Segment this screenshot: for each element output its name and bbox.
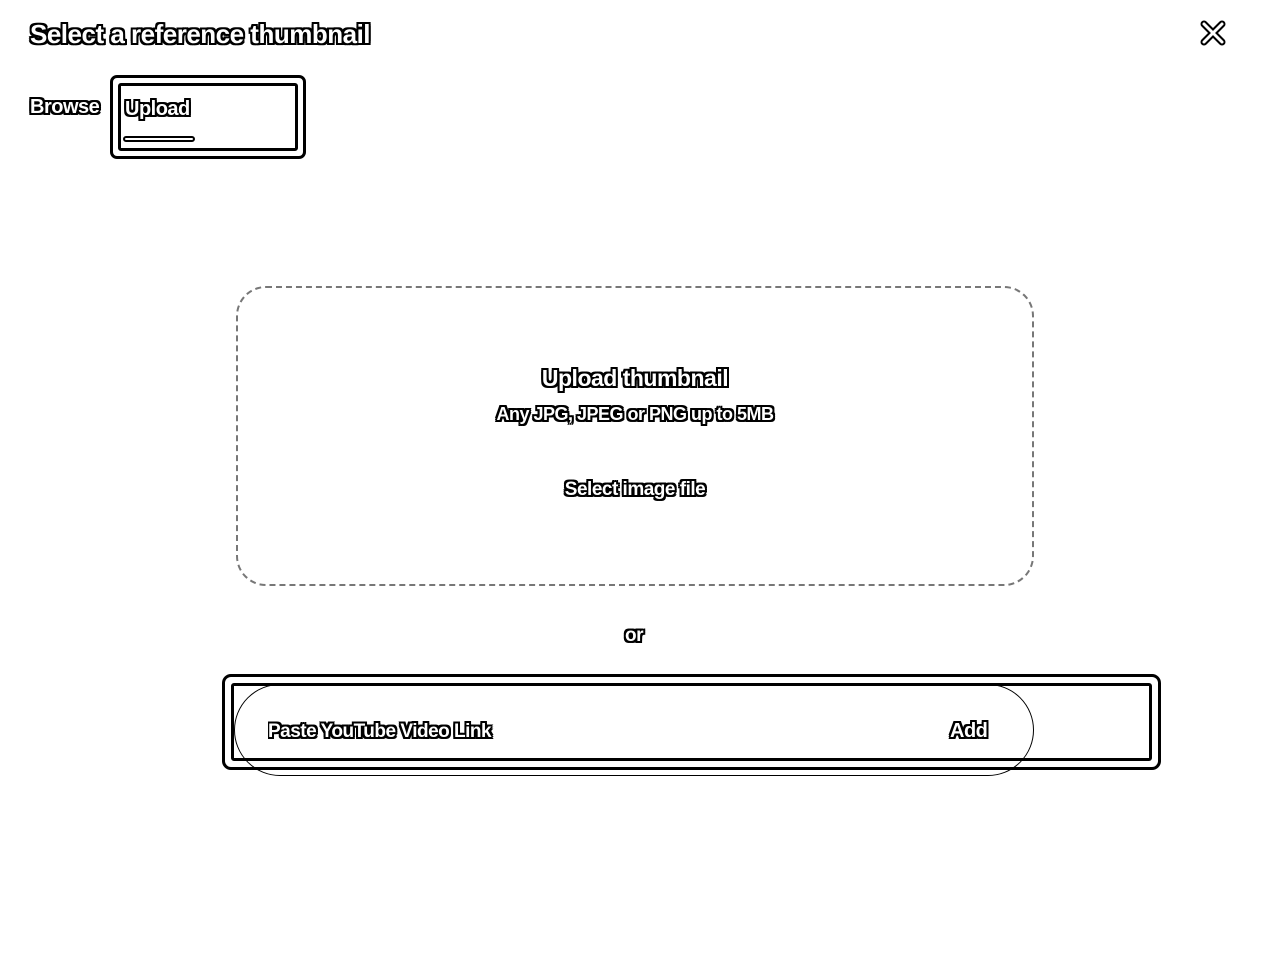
select-image-file-button[interactable]: Select image file (565, 479, 706, 500)
active-tab-indicator (123, 136, 195, 142)
add-link-button[interactable]: Add (950, 718, 988, 744)
or-separator: or (625, 625, 644, 646)
tab-upload-label: Upload (125, 98, 190, 120)
tab-browse[interactable]: Browse (30, 94, 100, 120)
close-button[interactable] (1198, 18, 1228, 48)
select-image-file-container: Select image file (238, 478, 1032, 502)
tab-upload[interactable]: Upload (110, 75, 306, 159)
upload-dropzone[interactable]: Upload thumbnail Any JPG, JPEG or PNG up… (236, 286, 1034, 586)
upload-file-hint: Any JPG, JPEG or PNG up to 5MB (496, 404, 774, 424)
upload-heading: Upload thumbnail (541, 365, 729, 391)
youtube-link-input[interactable] (268, 718, 868, 746)
close-icon (1198, 18, 1228, 48)
dialog-title: Select a reference thumbnail (30, 19, 371, 49)
